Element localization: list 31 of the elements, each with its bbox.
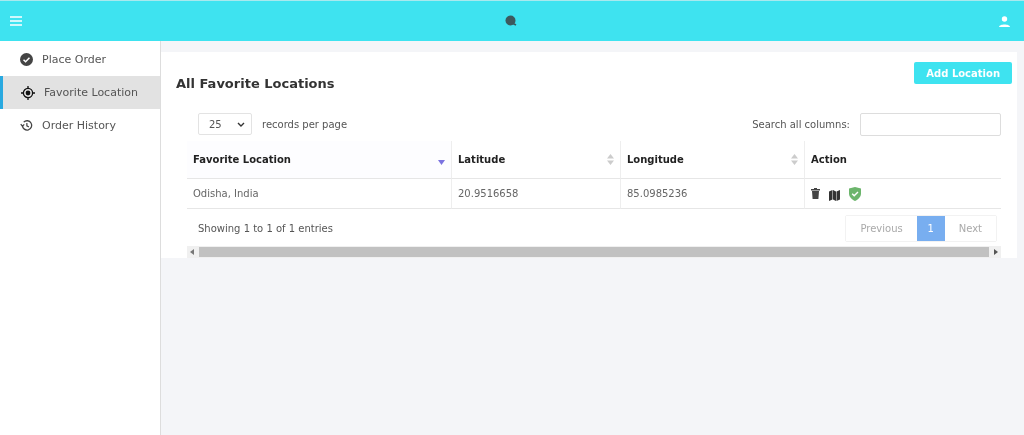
page-size-select[interactable]: 25 bbox=[198, 113, 252, 135]
sidebar-item[interactable]: Favorite Location bbox=[0, 76, 160, 109]
sort-descending-icon[interactable] bbox=[438, 158, 445, 166]
table-cell: Odisha, India bbox=[187, 179, 452, 209]
scroll-right-icon[interactable] bbox=[994, 249, 998, 255]
shield-check-icon[interactable] bbox=[849, 186, 861, 201]
chevron-down-icon bbox=[237, 121, 245, 127]
logo-icon bbox=[504, 15, 517, 27]
page-size-label: records per page bbox=[262, 118, 348, 130]
sort-icon[interactable] bbox=[791, 154, 798, 165]
column-header[interactable]: Favorite Location bbox=[187, 141, 452, 179]
search-label: Search all columns: bbox=[752, 118, 850, 130]
map-icon[interactable] bbox=[829, 190, 840, 201]
sort-icon[interactable] bbox=[607, 154, 614, 165]
column-header[interactable]: Latitude bbox=[452, 141, 621, 179]
entries-info: Showing 1 to 1 of 1 entries bbox=[198, 223, 333, 234]
table-cell: 20.9516658 bbox=[452, 179, 621, 209]
sidebar-item[interactable]: Order History bbox=[0, 109, 160, 142]
user-icon[interactable] bbox=[999, 15, 1010, 27]
table-cell: 85.0985236 bbox=[621, 179, 805, 209]
page-title: All Favorite Locations bbox=[176, 76, 335, 91]
scroll-left-icon[interactable] bbox=[190, 249, 194, 255]
menu-icon[interactable] bbox=[10, 16, 22, 26]
history-icon bbox=[20, 119, 33, 132]
column-header[interactable]: Longitude bbox=[621, 141, 805, 179]
check-circle-icon bbox=[20, 53, 33, 66]
target-icon bbox=[21, 85, 35, 100]
horizontal-scrollbar[interactable] bbox=[187, 246, 1001, 258]
sidebar-item[interactable]: Place Order bbox=[0, 43, 160, 76]
trash-icon[interactable] bbox=[811, 188, 820, 199]
search-field[interactable] bbox=[860, 112, 1001, 136]
